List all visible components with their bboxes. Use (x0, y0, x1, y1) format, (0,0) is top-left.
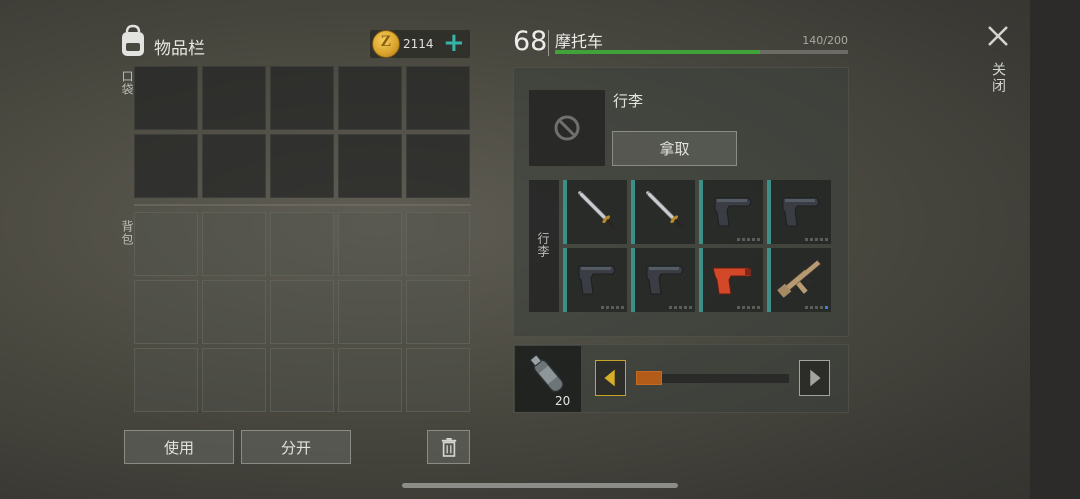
coin-icon: Z (372, 30, 400, 58)
home-indicator[interactable] (402, 483, 678, 488)
katana-icon (578, 191, 616, 229)
backpack-slot[interactable] (338, 348, 402, 412)
items-label: 行李 (536, 232, 550, 258)
trunk-item[interactable] (767, 248, 831, 312)
pocket-slot[interactable] (134, 134, 198, 198)
trunk-item[interactable] (563, 180, 627, 244)
increase-button[interactable] (799, 360, 830, 396)
backpack-slot[interactable] (134, 212, 198, 276)
plus-icon[interactable]: + (443, 28, 465, 58)
pocket-slot[interactable] (202, 66, 266, 130)
close-icon[interactable] (986, 24, 1010, 48)
rifle-icon (777, 256, 822, 298)
trunk-item[interactable] (767, 180, 831, 244)
pocket-slot[interactable] (406, 66, 470, 130)
capacity-bar (555, 50, 848, 54)
backpack-slot[interactable] (202, 280, 266, 344)
durability-dots (805, 306, 828, 309)
slider-handle[interactable] (636, 371, 662, 385)
capacity-bar-fill (555, 50, 761, 54)
durability-dots (737, 306, 760, 309)
durability-dots (805, 238, 828, 241)
durability-dots (601, 306, 624, 309)
luggage-title: 行李 (613, 92, 644, 110)
trunk-item[interactable] (699, 180, 763, 244)
pistol-icon (782, 197, 820, 227)
durability-dots (669, 306, 692, 309)
trunk-item[interactable] (631, 180, 695, 244)
close-label[interactable]: 关闭 (988, 62, 1008, 94)
trunk-item[interactable] (699, 248, 763, 312)
pocket-slot[interactable] (338, 134, 402, 198)
backpack-slot[interactable] (134, 280, 198, 344)
durability-dots (737, 238, 760, 241)
split-button[interactable]: 分开 (241, 430, 351, 464)
katana-icon (646, 191, 684, 229)
separator (548, 30, 549, 56)
pocket-slot[interactable] (202, 134, 266, 198)
backpack-icon (118, 24, 148, 58)
backpack-slot[interactable] (270, 212, 334, 276)
backpack-slot[interactable] (134, 348, 198, 412)
inventory-title: 物品栏 (154, 39, 205, 59)
fuel-count: 20 (555, 394, 571, 408)
pocket-slot[interactable] (134, 66, 198, 130)
backpack-slot[interactable] (202, 212, 266, 276)
trash-icon (441, 438, 456, 457)
vehicle-capacity: 140/200 (802, 34, 848, 47)
pistol-icon (646, 265, 684, 295)
trash-button[interactable] (427, 430, 470, 464)
backpack-slot[interactable] (270, 280, 334, 344)
fuel-item-slot[interactable] (515, 346, 581, 412)
flare-gun-icon (712, 267, 752, 295)
gas-canister-icon (530, 354, 564, 393)
divider (134, 204, 471, 206)
pocket-slot[interactable] (338, 66, 402, 130)
coin-count: 2114 (403, 37, 434, 51)
pistol-icon (714, 197, 752, 227)
pocket-slot[interactable] (406, 134, 470, 198)
use-button[interactable]: 使用 (124, 430, 234, 464)
no-entry-icon (553, 114, 581, 142)
backpack-slot[interactable] (338, 280, 402, 344)
backpack-slot[interactable] (406, 212, 470, 276)
vehicle-level: 68 (513, 26, 548, 57)
pocket-grid (134, 66, 470, 198)
arrow-right-icon (810, 369, 821, 387)
trunk-item[interactable] (631, 248, 695, 312)
backpack-slot[interactable] (270, 348, 334, 412)
trunk-item[interactable] (563, 248, 627, 312)
arrow-left-icon (604, 369, 615, 387)
pocket-slot[interactable] (270, 134, 334, 198)
vehicle-name: 摩托车 (555, 32, 604, 51)
backpack-grid (134, 212, 470, 412)
backpack-slot[interactable] (406, 348, 470, 412)
take-button[interactable]: 拿取 (612, 131, 737, 166)
backpack-slot[interactable] (338, 212, 402, 276)
decrease-button[interactable] (595, 360, 626, 396)
pistol-icon (578, 265, 616, 295)
pocket-slot[interactable] (270, 66, 334, 130)
backpack-slot[interactable] (406, 280, 470, 344)
backpack-slot[interactable] (202, 348, 266, 412)
trunk-item-grid (563, 180, 831, 312)
screen-edge (1030, 0, 1080, 499)
